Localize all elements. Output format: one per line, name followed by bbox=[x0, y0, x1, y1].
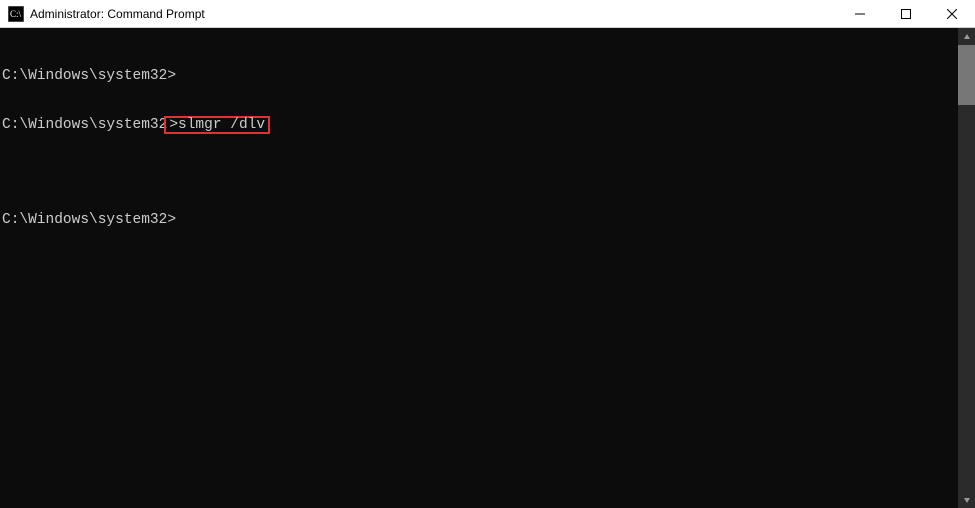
scrollbar-track[interactable] bbox=[958, 45, 975, 491]
highlighted-command: >slmgr /dlv bbox=[164, 116, 270, 134]
maximize-button[interactable] bbox=[883, 0, 929, 27]
cmd-icon: C:\ bbox=[8, 6, 24, 22]
vertical-scrollbar[interactable] bbox=[958, 28, 975, 508]
svg-text:C:\: C:\ bbox=[10, 9, 22, 19]
minimize-button[interactable] bbox=[837, 0, 883, 27]
close-button[interactable] bbox=[929, 0, 975, 27]
scroll-down-button[interactable] bbox=[958, 491, 975, 508]
prompt-text: C:\Windows\system32 bbox=[2, 117, 167, 133]
terminal-line bbox=[2, 164, 954, 180]
scrollbar-thumb[interactable] bbox=[958, 45, 975, 105]
terminal-output[interactable]: C:\Windows\system32> C:\Windows\system32… bbox=[0, 28, 958, 508]
window-controls bbox=[837, 0, 975, 27]
prompt-text: C:\Windows\system32> bbox=[2, 212, 176, 228]
window-title: Administrator: Command Prompt bbox=[30, 7, 837, 21]
command-prompt-window: C:\ Administrator: Command Prompt C:\Win… bbox=[0, 0, 975, 508]
scroll-up-button[interactable] bbox=[958, 28, 975, 45]
terminal-line: C:\Windows\system32> bbox=[2, 68, 954, 84]
terminal-line: C:\Windows\system32>slmgr /dlv bbox=[2, 116, 954, 132]
client-area: C:\Windows\system32> C:\Windows\system32… bbox=[0, 28, 975, 508]
terminal-line: C:\Windows\system32> bbox=[2, 212, 954, 228]
titlebar[interactable]: C:\ Administrator: Command Prompt bbox=[0, 0, 975, 28]
prompt-text: C:\Windows\system32> bbox=[2, 68, 176, 84]
